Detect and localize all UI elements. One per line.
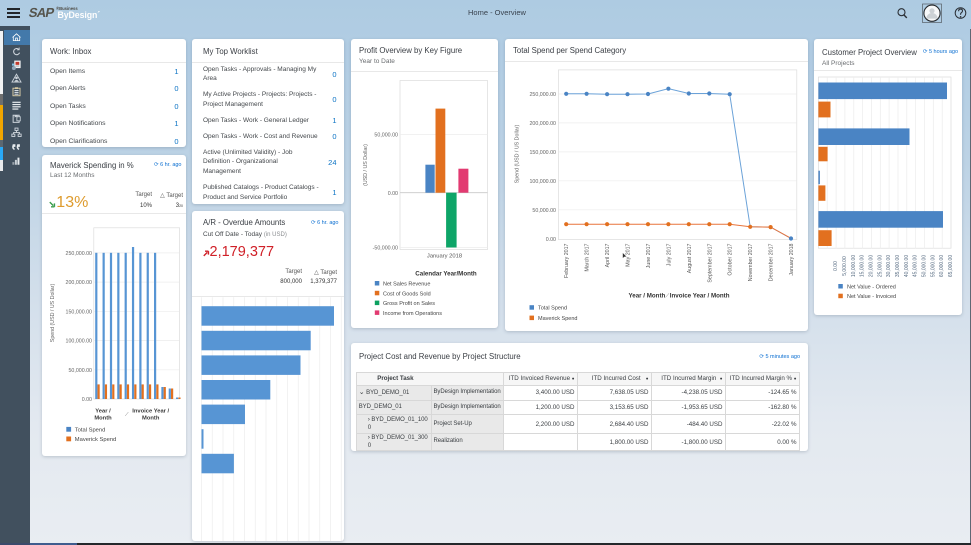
svg-text:40,000.00: 40,000.00 xyxy=(904,254,910,276)
svg-text:December 2017: December 2017 xyxy=(769,243,775,281)
svg-text:Cost of Goods Sold: Cost of Goods Sold xyxy=(383,291,431,297)
svg-text:150,000.00: 150,000.00 xyxy=(529,150,556,156)
svg-text:Invoice Year /: Invoice Year / xyxy=(132,408,169,414)
svg-text:15,000.00: 15,000.00 xyxy=(860,254,866,276)
svg-text:Net Value - Invoiced: Net Value - Invoiced xyxy=(847,294,896,300)
svg-text:Spend (USD / US Dollar): Spend (USD / US Dollar) xyxy=(515,124,521,183)
svg-text:Gross Profit on Sales: Gross Profit on Sales xyxy=(383,301,435,307)
svg-text:0.00: 0.00 xyxy=(388,190,398,196)
svg-text:April 2017: April 2017 xyxy=(605,243,611,267)
svg-text:(USD / US Dollar): (USD / US Dollar) xyxy=(363,143,369,185)
svg-text:5,000.00: 5,000.00 xyxy=(842,256,848,276)
svg-text:July 2017: July 2017 xyxy=(666,243,672,266)
svg-text:Calendar Year/Month: Calendar Year/Month xyxy=(415,270,477,277)
svg-text:0.00: 0.00 xyxy=(82,396,92,402)
svg-text:∕: ∕ xyxy=(125,411,130,417)
svg-text:September 2017: September 2017 xyxy=(707,243,713,282)
svg-text:60,000.00: 60,000.00 xyxy=(939,254,945,276)
svg-text:Month: Month xyxy=(94,415,112,421)
svg-text:Maverick Spend: Maverick Spend xyxy=(75,437,116,443)
svg-text:20,000.00: 20,000.00 xyxy=(869,254,875,276)
svg-text:Spend (USD / US Dollar): Spend (USD / US Dollar) xyxy=(50,283,56,342)
svg-text:Total Spend: Total Spend xyxy=(538,305,567,311)
svg-text:65,000.00: 65,000.00 xyxy=(948,254,954,276)
svg-text:Income from Operations: Income from Operations xyxy=(383,310,442,316)
svg-text:June 2017: June 2017 xyxy=(646,243,652,268)
svg-text:Year /: Year / xyxy=(95,408,111,414)
svg-text:May 2017: May 2017 xyxy=(626,243,632,266)
svg-text:45,000.00: 45,000.00 xyxy=(913,254,919,276)
svg-text:200,000.00: 200,000.00 xyxy=(66,280,92,286)
svg-text:150,000.00: 150,000.00 xyxy=(66,309,92,315)
svg-text:30,000.00: 30,000.00 xyxy=(886,254,892,276)
svg-text:250,000.00: 250,000.00 xyxy=(529,92,556,98)
svg-text:October 2017: October 2017 xyxy=(728,243,734,275)
svg-text:November 2017: November 2017 xyxy=(748,243,754,281)
svg-text:Month: Month xyxy=(142,415,160,421)
svg-text:January 2018: January 2018 xyxy=(427,253,462,259)
svg-text:200,000.00: 200,000.00 xyxy=(529,121,556,127)
svg-text:February 2017: February 2017 xyxy=(564,243,570,278)
svg-text:35,000.00: 35,000.00 xyxy=(895,254,901,276)
svg-text:Year / Month ∕ Invoice Year /: Year / Month ∕ Invoice Year / Month xyxy=(629,292,730,299)
svg-text:10,000.00: 10,000.00 xyxy=(851,254,857,276)
svg-text:0.00: 0.00 xyxy=(546,236,556,242)
svg-text:55,000.00: 55,000.00 xyxy=(930,254,936,276)
svg-text:100,000.00: 100,000.00 xyxy=(66,338,92,344)
svg-text:January 2018: January 2018 xyxy=(789,243,795,275)
svg-text:Net Value - Ordered: Net Value - Ordered xyxy=(847,284,896,290)
svg-text:Net Sales Revenue: Net Sales Revenue xyxy=(383,281,430,287)
svg-text:50,000.00: 50,000.00 xyxy=(532,207,556,213)
svg-text:25,000.00: 25,000.00 xyxy=(877,254,883,276)
svg-text:50,000.00: 50,000.00 xyxy=(922,254,928,276)
svg-text:August 2017: August 2017 xyxy=(687,243,693,273)
svg-text:0.00: 0.00 xyxy=(833,260,839,270)
svg-text:100,000.00: 100,000.00 xyxy=(529,178,556,184)
svg-text:March 2017: March 2017 xyxy=(585,243,591,271)
svg-text:Total Spend: Total Spend xyxy=(75,427,106,433)
svg-text:50,000.00: 50,000.00 xyxy=(69,367,93,373)
svg-text:50,000.00: 50,000.00 xyxy=(374,132,398,138)
svg-text:Maverick Spend: Maverick Spend xyxy=(538,316,577,322)
svg-text:250,000.00: 250,000.00 xyxy=(66,250,92,256)
svg-text:-50,000.00: -50,000.00 xyxy=(373,245,398,251)
